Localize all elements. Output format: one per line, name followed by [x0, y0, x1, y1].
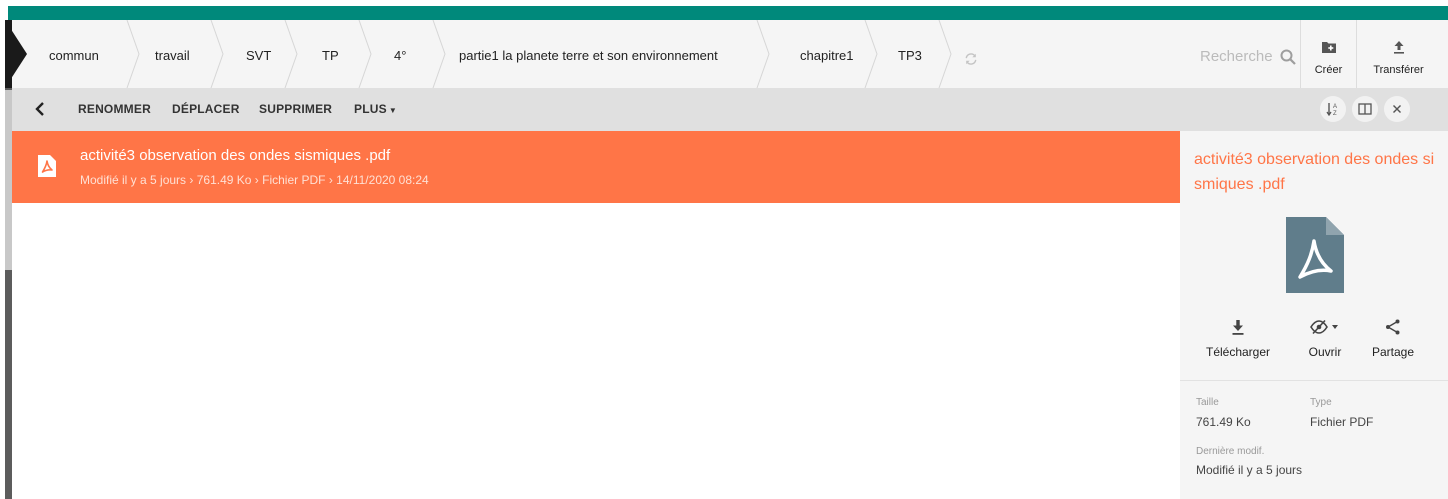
upload-icon [1393, 41, 1404, 54]
modified-label: Dernière modif. [1196, 446, 1265, 457]
breadcrumb-separator-icon [938, 20, 952, 88]
eye-off-icon [1310, 319, 1338, 335]
upload-button[interactable]: Transférer [1356, 20, 1440, 88]
breadcrumb-label: commun [49, 48, 99, 63]
search-icon[interactable] [1280, 49, 1296, 65]
download-icon [1232, 320, 1244, 335]
download-button[interactable]: Télécharger [1194, 319, 1282, 369]
back-icon[interactable] [34, 102, 46, 116]
breadcrumb-label: chapitre1 [800, 48, 854, 63]
search-placeholder: Recherche [1200, 48, 1273, 65]
split-view-button[interactable] [1352, 96, 1378, 122]
file-modified: Modifié il y a 5 jours [80, 173, 187, 187]
share-button[interactable]: Partage [1356, 319, 1430, 369]
split-view-icon [1358, 103, 1372, 115]
close-icon [1393, 105, 1401, 113]
download-label: Télécharger [1205, 345, 1271, 359]
breadcrumb-item-tp[interactable]: TP [298, 20, 356, 88]
rename-button[interactable]: RENOMMER [78, 102, 151, 116]
folder-plus-icon [1321, 42, 1336, 53]
breadcrumb-separator-icon [864, 20, 878, 88]
move-button[interactable]: DÉPLACER [172, 102, 240, 116]
breadcrumb-label: 4° [394, 48, 407, 63]
meta-separator-icon: › [189, 173, 197, 187]
action-toolbar: RENOMMER DÉPLACER SUPPRIMER PLUS ▼ A Z [12, 88, 1448, 131]
size-value: 761.49 Ko [1196, 415, 1251, 429]
breadcrumb-label: SVT [246, 48, 272, 63]
breadcrumb-item-commun[interactable]: commun [12, 20, 138, 88]
file-size: 761.49 Ko [196, 173, 252, 187]
breadcrumb-separator-icon [756, 20, 770, 88]
upload-label: Transférer [1373, 64, 1424, 76]
pdf-file-icon [1286, 217, 1344, 293]
more-label: PLUS [354, 102, 387, 116]
type-value: Fichier PDF [1310, 415, 1374, 429]
caret-down-icon: ▼ [388, 106, 397, 115]
pdf-icon [38, 155, 56, 177]
svg-text:A: A [1333, 104, 1337, 110]
breadcrumb-item-partie1[interactable]: partie1 la planete terre et son environn… [446, 20, 752, 88]
breadcrumb-label: TP [322, 48, 339, 63]
breadcrumb-label: partie1 la planete terre et son environn… [459, 48, 718, 63]
file-list-item[interactable]: activité3 observation des ondes sismique… [12, 131, 1180, 203]
breadcrumb-separator-icon [358, 20, 372, 88]
breadcrumb-item-4[interactable]: 4° [372, 20, 428, 88]
search-input[interactable]: Recherche [1188, 44, 1298, 70]
breadcrumb-label: TP3 [898, 48, 922, 63]
breadcrumb-separator-icon [432, 20, 446, 88]
delete-button[interactable]: SUPPRIMER [259, 102, 332, 116]
file-date: 14/11/2020 08:24 [336, 173, 429, 187]
svg-text:Z: Z [1333, 111, 1337, 116]
refresh-icon[interactable] [964, 52, 978, 66]
type-label: Type [1310, 397, 1332, 408]
create-label: Créer [1314, 64, 1343, 76]
size-label: Taille [1196, 397, 1219, 408]
file-name: activité3 observation des ondes sismique… [80, 147, 391, 164]
app-header-bar [8, 6, 1448, 20]
open-button[interactable]: Ouvrir [1296, 319, 1354, 369]
sort-icon: A Z [1326, 103, 1337, 116]
breadcrumb-item-tp3[interactable]: TP3 [878, 20, 944, 88]
breadcrumb-separator-icon [126, 20, 140, 88]
file-details-panel: activité3 observation des ondes sismique… [1180, 131, 1448, 499]
panel-file-title: activité3 observation des ondes sismique… [1194, 151, 1435, 193]
breadcrumb-separator-icon [284, 20, 298, 88]
modified-value: Modifié il y a 5 jours [1196, 463, 1303, 477]
share-icon [1386, 319, 1400, 335]
file-type: Fichier PDF [262, 173, 326, 187]
close-panel-button[interactable] [1384, 96, 1410, 122]
open-label: Ouvrir [1308, 345, 1342, 359]
share-label: Partage [1371, 345, 1415, 359]
breadcrumb: commun travail SVT TP 4° partie1 la plan… [5, 20, 1448, 88]
sort-button[interactable]: A Z [1320, 96, 1346, 122]
more-button[interactable]: PLUS ▼ [354, 102, 397, 116]
file-metadata: Modifié il y a 5 jours › 761.49 Ko › Fic… [80, 173, 429, 187]
breadcrumb-label: travail [155, 48, 190, 63]
breadcrumb-item-svt[interactable]: SVT [224, 20, 284, 88]
panel-divider [1180, 380, 1448, 381]
breadcrumb-separator-icon [210, 20, 224, 88]
create-button[interactable]: Créer [1300, 20, 1356, 88]
breadcrumb-item-chapitre1[interactable]: chapitre1 [770, 20, 862, 88]
left-scroll-edge [0, 20, 12, 499]
